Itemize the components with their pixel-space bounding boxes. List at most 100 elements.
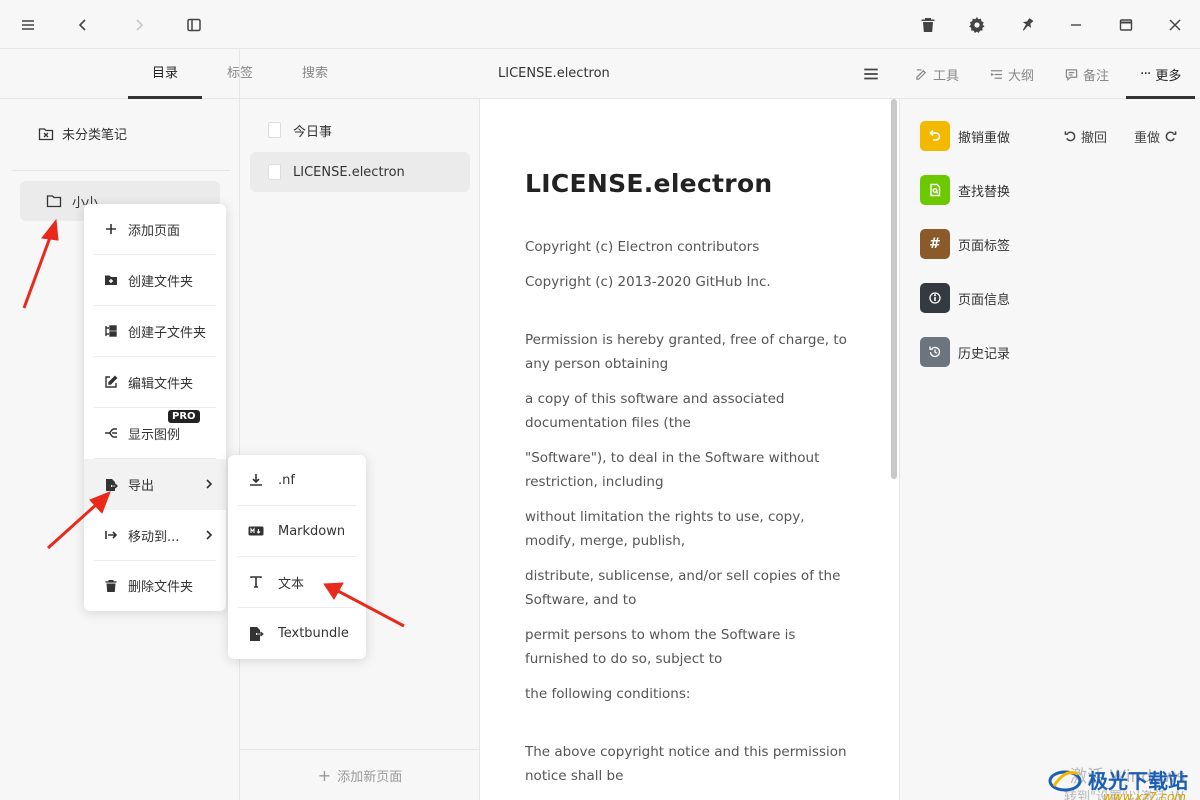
tab-notes-label: 备注	[1083, 68, 1110, 84]
submenu-item-label: .nf	[278, 472, 295, 488]
watermark-url: www.xz7.com	[1103, 790, 1186, 800]
note-item[interactable]: 今日事	[250, 110, 470, 150]
note-icon	[268, 164, 281, 180]
move-icon	[105, 531, 118, 539]
export-submenu: .nf Markdown 文本 Textbundle	[228, 455, 366, 659]
folder-plus-icon	[105, 275, 117, 285]
undo-icon	[920, 121, 950, 151]
undo-button[interactable]: 撤回	[1064, 127, 1107, 146]
export-file-icon	[250, 626, 264, 641]
note-item[interactable]: LICENSE.electron	[250, 152, 470, 192]
document-editor[interactable]: LICENSE.electron Copyright (c) Electron …	[480, 99, 900, 800]
tool-page-tags[interactable]: # 页面标签	[920, 229, 1010, 259]
tool-label: 页面标签	[958, 238, 1011, 254]
note-label: 今日事	[293, 124, 333, 140]
paragraph: without limitation the rights to use, co…	[525, 509, 805, 549]
export-textbundle[interactable]: Textbundle	[238, 608, 356, 659]
info-icon	[920, 283, 950, 313]
menu-item-label: 添加页面	[128, 223, 181, 239]
menu-item-label: 创建文件夹	[128, 274, 194, 290]
tab-more-label: 更多	[1155, 68, 1182, 84]
edit-icon	[916, 68, 927, 80]
tab-notes[interactable]: 备注	[1065, 49, 1109, 99]
tab-more[interactable]: ··· 更多	[1125, 49, 1196, 99]
document-body: Copyright (c) Electron contributors Copy…	[525, 235, 855, 799]
close-icon[interactable]	[1161, 11, 1189, 39]
add-page-label: 添加新页面	[337, 769, 403, 785]
submenu-item-label: 文本	[278, 576, 305, 592]
uncategorized-notes-item[interactable]: 未分类笔记	[38, 124, 127, 143]
tab-outline-label: 大纲	[1008, 68, 1035, 84]
pin-icon[interactable]	[1013, 11, 1041, 39]
menu-item-delete-folder[interactable]: 删除文件夹	[94, 560, 216, 611]
history-icon	[920, 337, 950, 367]
tab-directory[interactable]: 目录	[128, 49, 202, 99]
export-icon	[106, 478, 118, 491]
submenu-item-label: Markdown	[278, 523, 346, 539]
chevron-left-icon[interactable]	[69, 11, 97, 39]
menu-item-create-folder[interactable]: 创建文件夹	[94, 255, 216, 306]
divider	[12, 170, 230, 171]
menu-item-label: 导出	[128, 479, 155, 494]
sidebar-toggle-icon[interactable]	[180, 11, 208, 39]
tab-tools[interactable]: 工具	[915, 49, 959, 99]
chevron-right-icon[interactable]	[125, 11, 153, 39]
uncategorized-label: 未分类笔记	[62, 128, 128, 143]
edit-icon	[105, 375, 118, 388]
subfolder-icon	[105, 325, 117, 337]
scrollbar[interactable]	[891, 99, 897, 479]
comment-icon	[1065, 68, 1078, 81]
export-nf[interactable]: .nf	[238, 455, 356, 506]
legend-icon	[105, 428, 117, 438]
menu-item-create-subfolder[interactable]: 创建子文件夹	[94, 306, 216, 357]
gear-icon[interactable]	[963, 11, 991, 39]
tab-search[interactable]: 搜索	[278, 49, 352, 99]
tool-history[interactable]: 历史记录	[920, 337, 1010, 367]
tool-label: 查找替换	[958, 184, 1011, 200]
paragraph: The above copyright notice and this perm…	[525, 744, 847, 784]
menu-item-add-page[interactable]: 添加页面	[94, 204, 216, 255]
redo-button[interactable]: 重做	[1134, 127, 1177, 146]
menu-item-label: 移动到...	[128, 529, 180, 545]
menu-item-edit-folder[interactable]: 编辑文件夹	[94, 357, 216, 408]
chevron-right-icon	[206, 530, 213, 540]
minimize-icon[interactable]	[1062, 11, 1090, 39]
tool-find-replace[interactable]: 查找替换	[920, 175, 1010, 205]
menu-item-move-to[interactable]: 移动到...	[94, 510, 216, 561]
folder-icon	[46, 195, 62, 208]
tab-tags[interactable]: 标签	[203, 49, 277, 99]
paragraph: a copy of this software and associated d…	[525, 391, 785, 431]
trash-icon[interactable]	[914, 11, 942, 39]
markdown-icon	[248, 526, 264, 536]
download-icon	[250, 474, 262, 486]
tool-label: 页面信息	[958, 292, 1011, 308]
more-icon: ···	[1140, 66, 1151, 82]
hash-glyph: #	[929, 236, 941, 252]
paragraph: distribute, sublicense, and/or sell copi…	[525, 568, 841, 608]
plus-icon	[106, 224, 116, 234]
hamburger-icon[interactable]	[14, 11, 42, 39]
add-page-button[interactable]: + 添加新页面	[240, 749, 480, 800]
paragraph: Permission is hereby granted, free of ch…	[525, 332, 847, 372]
export-text[interactable]: 文本	[238, 557, 356, 608]
export-markdown[interactable]: Markdown	[238, 506, 356, 557]
watermark-logo	[1048, 770, 1082, 791]
maximize-icon[interactable]	[1112, 11, 1140, 39]
outline-icon	[990, 69, 1003, 79]
folder-context-menu: 添加页面 创建文件夹 创建子文件夹 编辑文件夹 显示图例 PRO 导出 移动到.…	[84, 204, 226, 611]
undo-label: 撤回	[1081, 131, 1108, 146]
menu-item-label: 创建子文件夹	[128, 325, 207, 341]
tools-tabs: 工具 大纲 备注 ··· 更多	[900, 49, 1200, 99]
tool-label: 撤销重做	[958, 130, 1011, 146]
tool-page-info[interactable]: 页面信息	[920, 283, 1010, 313]
menu-item-export[interactable]: 导出	[84, 459, 226, 510]
tool-undo-redo[interactable]: 撤销重做	[920, 121, 1010, 151]
paragraph: "Software"), to deal in the Software wit…	[525, 450, 820, 490]
redo-label: 重做	[1134, 131, 1161, 146]
tools-panel: 工具 大纲 备注 ··· 更多 撤销重做 撤回 重做 查找替换 # 页面标签 页…	[900, 49, 1200, 800]
note-label: LICENSE.electron	[293, 164, 405, 180]
tab-outline[interactable]: 大纲	[990, 49, 1034, 99]
document-menu-icon[interactable]	[862, 65, 880, 83]
plus-icon: +	[317, 765, 332, 785]
document-header: LICENSE.electron	[480, 49, 900, 99]
